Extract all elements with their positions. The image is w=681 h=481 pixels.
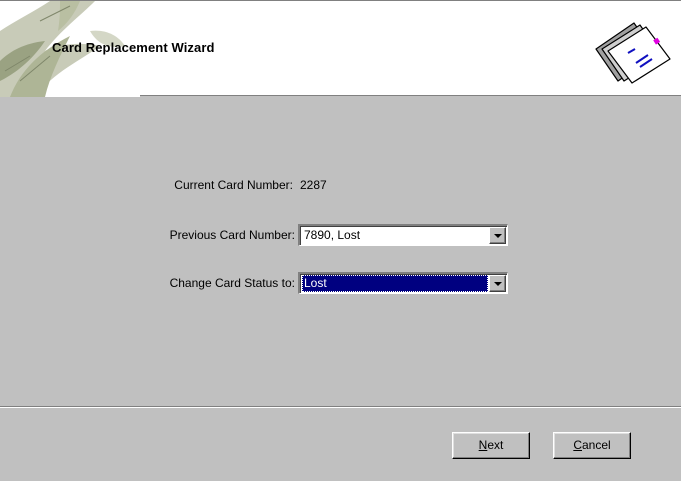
current-card-label: Current Card Number: xyxy=(174,178,293,192)
chevron-down-icon[interactable] xyxy=(489,227,506,244)
footer-separator xyxy=(0,406,681,408)
next-button-label: ext xyxy=(487,438,504,452)
next-button[interactable]: Next xyxy=(452,432,530,459)
previous-card-label: Previous Card Number: xyxy=(169,228,295,242)
cancel-button-mnemonic: C xyxy=(573,438,582,452)
chevron-down-icon[interactable] xyxy=(489,275,506,292)
previous-card-value: 7890, Lost xyxy=(304,228,361,242)
wizard-title: Card Replacement Wizard xyxy=(52,40,215,55)
change-status-label: Change Card Status to: xyxy=(169,276,295,290)
cards-icon xyxy=(595,22,671,84)
change-status-dropdown[interactable]: Lost xyxy=(298,272,508,294)
wizard-header: Card Replacement Wizard xyxy=(0,0,681,97)
previous-card-dropdown[interactable]: 7890, Lost xyxy=(298,224,508,246)
cancel-button[interactable]: Cancel xyxy=(553,432,631,459)
current-card-value: 2287 xyxy=(300,178,327,192)
change-status-value: Lost xyxy=(302,275,488,292)
cancel-button-label: ancel xyxy=(581,438,611,452)
